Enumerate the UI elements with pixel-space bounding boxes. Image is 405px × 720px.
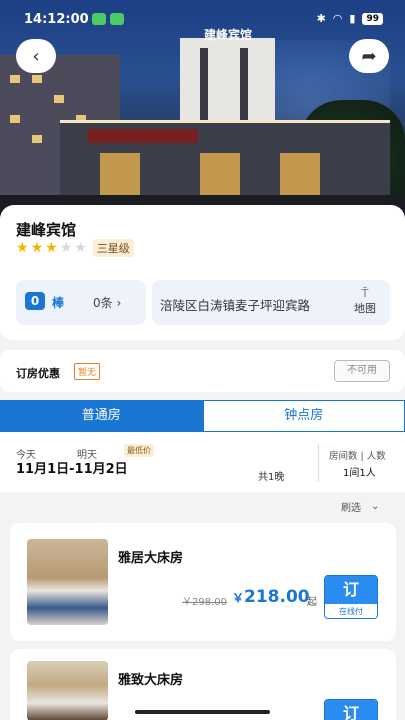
room-photo[interactable]	[27, 539, 108, 625]
status-bar: 14:12:00 ✱ ◠ ▮ 99	[0, 0, 405, 36]
review-score: 0	[25, 292, 45, 310]
podium-sign	[88, 129, 198, 143]
bluetooth-icon: ✱	[316, 12, 326, 25]
offer-status-badge: 暂无	[74, 363, 101, 380]
room-type-tabs: 普通房 钟点房	[0, 400, 405, 432]
battery-indicator: 99	[362, 12, 383, 25]
offer-label: 订房优惠	[16, 367, 60, 380]
filter-button[interactable]: 刷选 ⌄	[341, 499, 379, 514]
room-name: 雅居大床房	[118, 551, 184, 566]
hotel-address: 涪陵区白涛镇麦子坪迎宾路	[160, 298, 311, 313]
status-time: 14:12:00	[24, 12, 89, 27]
date-selector[interactable]: 今天 明天 最低价 11月1日-11月2日 共1晚 房间数 | 人数 1间1人	[0, 432, 405, 492]
rooms-guests-label: 房间数 | 人数	[329, 451, 386, 462]
chevron-down-icon: ⌄	[371, 501, 380, 512]
price-suffix: 起	[307, 597, 317, 608]
rooms-guests-value[interactable]: 1间1人	[343, 464, 376, 479]
signal-icon: ▮	[349, 12, 356, 25]
star-rating: ★ ★ ★ ★ ★ 三星级	[16, 239, 134, 257]
map-label: 地图	[354, 302, 376, 315]
nights-count: 共1晚	[258, 472, 285, 483]
room-name: 雅致大床房	[118, 673, 184, 688]
map-button[interactable]: ⍑ 地图	[350, 286, 380, 316]
share-icon: ➦	[361, 45, 377, 67]
home-indicator	[135, 710, 270, 714]
wifi-icon: ◠	[332, 12, 343, 25]
share-button[interactable]: ➦	[349, 39, 389, 73]
message-app-icon	[92, 13, 106, 25]
room-photo[interactable]	[27, 661, 108, 720]
room-price: ￥218.00	[232, 587, 310, 607]
star-filled-icon: ★	[45, 240, 58, 256]
hotel-info-card: 建峰宾馆 ★ ★ ★ ★ ★ 三星级 0 棒 0条 › 涪陵区白涛镇麦子坪迎宾路…	[0, 205, 405, 340]
map-pin-icon: ⍑	[361, 286, 369, 300]
book-label: 订	[325, 700, 377, 720]
star-empty-icon: ★	[59, 240, 73, 256]
lowest-price-badge: 最低价	[124, 444, 154, 457]
star-level-badge: 三星级	[92, 239, 134, 257]
back-button[interactable]: ‹	[16, 39, 56, 73]
address-box: 涪陵区白涛镇麦子坪迎宾路 ⍑ 地图	[152, 280, 390, 325]
book-label: 订	[325, 576, 377, 604]
currency-symbol: ￥	[232, 591, 245, 605]
review-count: 0条 ›	[93, 296, 122, 310]
booking-offer-row: 订房优惠 暂无 不可用	[0, 350, 405, 392]
hotel-name: 建峰宾馆	[16, 221, 77, 239]
pay-online-label: 在线付	[325, 604, 377, 618]
original-price: ￥298.00	[182, 597, 227, 608]
chevron-left-icon: ‹	[32, 45, 40, 67]
star-filled-icon: ★	[16, 240, 29, 256]
star-filled-icon: ★	[30, 240, 44, 256]
chevron-right-icon: ›	[116, 296, 122, 310]
tab-hourly-room[interactable]: 钟点房	[202, 400, 405, 432]
book-button[interactable]: 订	[324, 699, 378, 720]
room-card[interactable]: 雅居大床房 ￥298.00 ￥218.00 起 订 在线付	[10, 523, 396, 641]
review-word: 棒	[52, 296, 65, 310]
offer-unavailable-button[interactable]: 不可用	[334, 360, 390, 382]
star-empty-icon: ★	[74, 240, 87, 256]
phone-app-icon	[110, 13, 124, 25]
book-button[interactable]: 订 在线付	[324, 575, 378, 619]
review-summary[interactable]: 0 棒 0条 ›	[16, 280, 146, 325]
hotel-podium	[60, 120, 390, 200]
filter-label: 刷选	[341, 503, 361, 514]
date-range: 11月1日-11月2日	[16, 462, 128, 477]
price-value: 218.00	[244, 587, 310, 607]
tab-standard-room[interactable]: 普通房	[0, 400, 203, 432]
system-icons: ✱ ◠ ▮ 99	[317, 12, 383, 25]
divider	[318, 444, 319, 482]
